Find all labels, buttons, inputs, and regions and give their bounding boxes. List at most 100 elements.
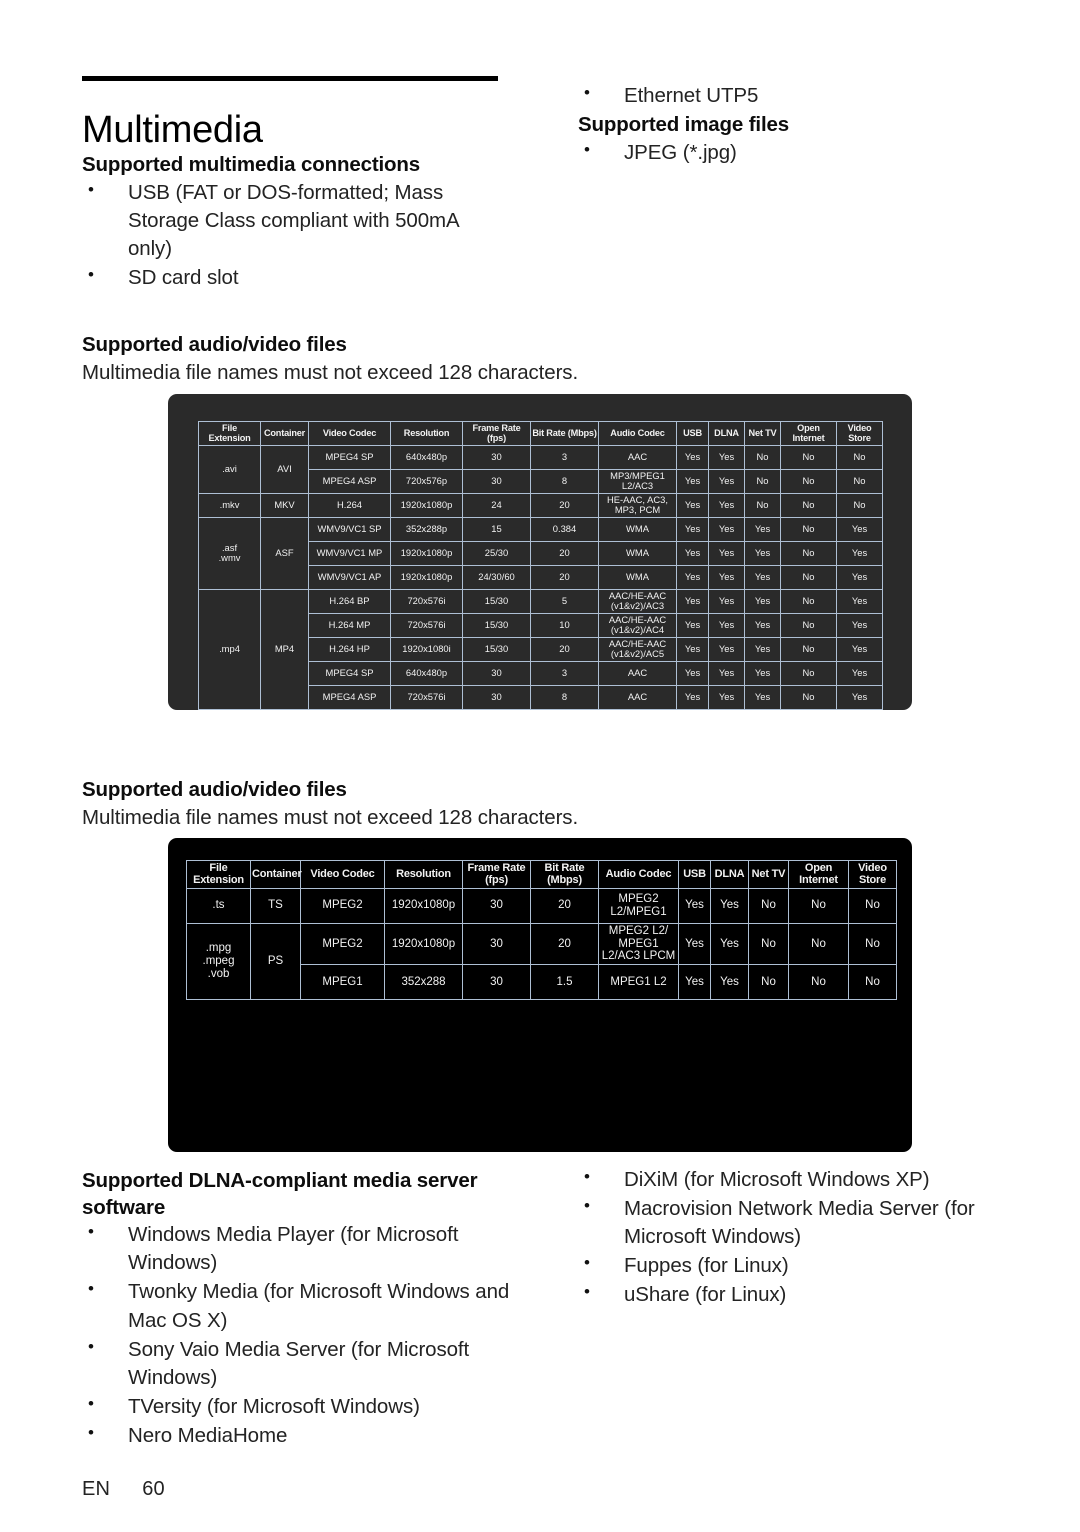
cell-bit-rate: 20 [530,540,599,566]
cell-resolution: 720x576i [390,612,463,638]
cell-net-tv: No [744,444,781,470]
cell-resolution: 1920x1080p [390,540,463,566]
cell-frame-rate: 30 [462,887,531,924]
list-item: Macrovision Network Media Server (for Mi… [578,1194,1018,1251]
col-open-internet: Open Internet [788,860,849,889]
cell-bit-rate: 10 [530,612,599,638]
col-container: Container [260,421,309,446]
cell-container: PS [250,922,301,1001]
cell-bit-rate: 20 [530,492,599,518]
cell-video-store: Yes [836,660,883,686]
cell-video-store: No [848,887,897,924]
cell-audio-codec: WMA [598,564,677,590]
cell-resolution: 1920x1080p [390,564,463,590]
cell-usb: Yes [676,612,709,638]
cell-open-internet: No [780,516,837,542]
cell-file-extension: .ts [186,887,251,924]
col-video-store: Video Store [848,860,897,889]
cell-frame-rate: 30 [462,964,531,1001]
col-video-store: Video Store [836,421,883,446]
cell-dlna: Yes [708,540,745,566]
col-container: Container [250,860,302,889]
cell-frame-rate: 30 [462,922,531,966]
cell-bit-rate: 3 [530,660,599,686]
cell-video-store: No [848,922,897,966]
cell-dlna: Yes [708,636,745,662]
cell-audio-codec: MPEG1 L2 [598,964,679,1001]
cell-video-codec: MPEG4 ASP [308,468,391,494]
cell-video-store: Yes [836,588,883,614]
cell-open-internet: No [780,660,837,686]
cell-audio-codec: AAC/HE-AAC (v1&v2)/AC3 [598,588,677,614]
cell-dlna: Yes [708,660,745,686]
cell-dlna: Yes [708,684,745,710]
dlna-section-left: Supported DLNA-compliant media server so… [82,1168,512,1451]
cell-dlna: Yes [708,588,745,614]
cell-audio-codec: WMA [598,540,677,566]
col-frame-rate: Frame Rate (fps) [462,421,531,446]
col-usb: USB [678,860,711,889]
cell-video-codec: WMV9/VC1 MP [308,540,391,566]
cell-resolution: 1920x1080p [384,887,463,924]
cell-resolution: 720x576i [390,588,463,614]
cell-bit-rate: 20 [530,636,599,662]
dlna-section-right: DiXiM (for Microsoft Windows XP) Macrovi… [578,1165,1018,1310]
cell-net-tv: Yes [744,564,781,590]
cell-net-tv: Yes [744,540,781,566]
table-row: .asf .wmv ASF WMV9/VC1 SP 352x288p 15 0.384 WMA… [198,516,883,590]
cell-resolution: 1920x1080p [390,492,463,518]
col-net-tv: Net TV [748,860,789,889]
cell-open-internet: No [780,444,837,470]
cell-net-tv: No [748,887,789,924]
cell-video-codec: MPEG4 ASP [308,684,391,710]
cell-open-internet: No [780,636,837,662]
cell-open-internet: No [780,564,837,590]
list-item: Twonky Media (for Microsoft Windows and … [82,1277,512,1334]
dlna-list-right: DiXiM (for Microsoft Windows XP) Macrovi… [578,1165,1018,1309]
cell-file-extension: .avi [198,444,261,494]
cell-usb: Yes [676,516,709,542]
table-row: .mp4 MP4 H.264 BP 720x576i 15/30 5 AAC/HE-AAC … [198,588,883,710]
cell-resolution: 640x480p [390,444,463,470]
cell-file-extension: .mpg .mpeg .vob [186,922,251,1001]
connections-section: Supported multimedia connections USB (FA… [82,152,502,293]
cell-frame-rate: 15/30 [462,588,531,614]
cell-video-store: Yes [836,540,883,566]
cell-net-tv: Yes [744,684,781,710]
list-item: JPEG (*.jpg) [578,138,1008,167]
av-files-note-1: Multimedia file names must not exceed 12… [82,360,579,384]
table-header-row: File Extension Container Video Codec Res… [198,421,883,446]
image-files-list: JPEG (*.jpg) [578,138,1008,167]
table-header-row: File Extension Container Video Codec Res… [186,860,897,889]
cell-frame-rate: 30 [462,660,531,686]
cell-video-codec: MPEG4 SP [308,660,391,686]
footer-language: EN [82,1478,111,1500]
av-files-section-1: Supported audio/video files Multimedia f… [82,332,942,386]
cell-bit-rate: 3 [530,444,599,470]
cell-dlna: Yes [710,887,749,924]
cell-video-codec: H.264 MP [308,612,391,638]
cell-bit-rate: 20 [530,922,599,966]
cell-net-tv: Yes [744,660,781,686]
cell-video-codec: MPEG2 [300,887,385,924]
cell-usb: Yes [676,492,709,518]
connections-list: USB (FAT or DOS-formatted; Mass Storage … [82,178,502,292]
cell-file-extension: .mp4 [198,588,261,710]
cell-bit-rate: 5 [530,588,599,614]
col-usb: USB [676,421,709,446]
cell-video-codec: H.264 BP [308,588,391,614]
cell-usb: Yes [676,660,709,686]
table-row: .avi AVI MPEG4 SP 640x480p 30 3 AAC Yes Yes No No N… [198,444,883,494]
cell-frame-rate: 24/30/60 [462,564,531,590]
cell-usb: Yes [676,588,709,614]
cell-resolution: 352x288p [390,516,463,542]
cell-open-internet: No [780,492,837,518]
cell-video-codec: H.264 HP [308,636,391,662]
col-resolution: Resolution [390,421,463,446]
cell-usb: Yes [676,636,709,662]
cell-video-store: No [836,444,883,470]
cell-frame-rate: 30 [462,684,531,710]
cell-video-store: Yes [836,636,883,662]
cell-frame-rate: 25/30 [462,540,531,566]
cell-frame-rate: 30 [462,444,531,470]
